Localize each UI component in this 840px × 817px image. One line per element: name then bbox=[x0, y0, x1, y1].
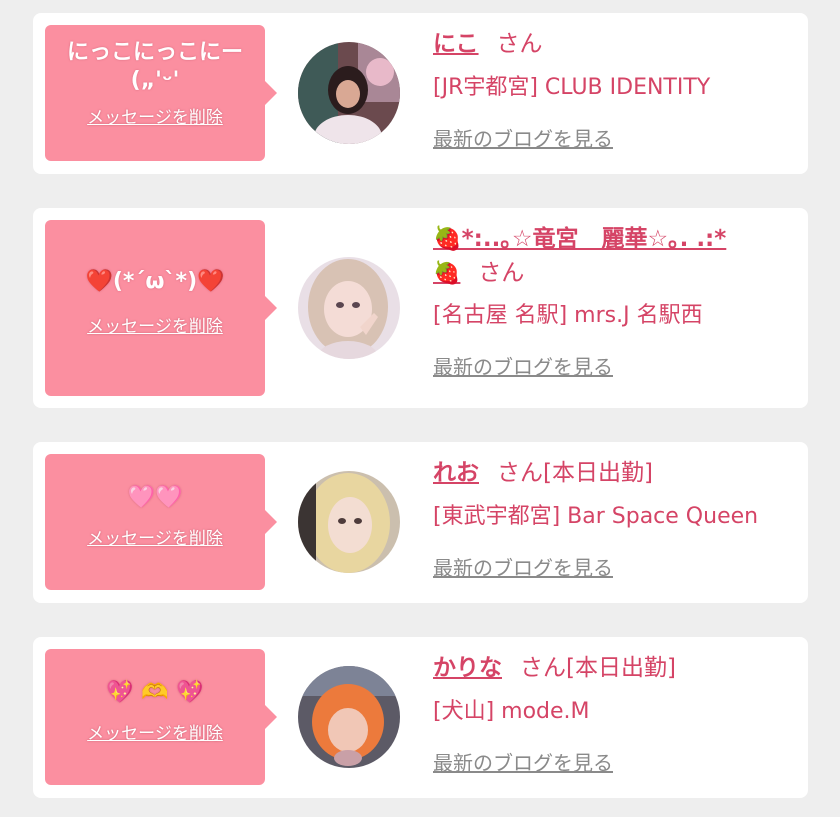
message-text: ❤️(*´ω`*)❤️ bbox=[85, 269, 225, 294]
cast-suffix: さん bbox=[496, 31, 543, 57]
message-text: にっこにっこにー („'ᵕ' bbox=[66, 40, 243, 93]
latest-blog-link[interactable]: 最新のブログを見る bbox=[433, 355, 613, 379]
cast-info: かりな さん[本日出勤] [犬山] mode.M 最新のブログを見る bbox=[433, 653, 798, 777]
cast-suffix: さん[本日出勤] bbox=[520, 655, 676, 681]
favorite-list: にっこにっこにー („'ᵕ' メッセージを削除 にこ さん [JR宇都宮] CLU… bbox=[0, 0, 840, 817]
cast-info: にこ さん [JR宇都宮] CLUB IDENTITY 最新のブログを見る bbox=[433, 29, 798, 153]
message-bubble: ❤️(*´ω`*)❤️ メッセージを削除 bbox=[45, 220, 277, 396]
delete-message-link[interactable]: メッセージを削除 bbox=[87, 524, 223, 549]
latest-blog-link[interactable]: 最新のブログを見る bbox=[433, 751, 613, 775]
strawberry-icon[interactable]: 🍓 bbox=[433, 261, 460, 286]
favorite-card: ❤️(*´ω`*)❤️ メッセージを削除 🍓*:..｡☆竜宮 麗華☆｡. .:*… bbox=[33, 208, 808, 408]
cast-name-link[interactable]: かりな bbox=[433, 655, 502, 681]
latest-blog-link[interactable]: 最新のブログを見る bbox=[433, 127, 613, 151]
shop-label: [犬山] mode.M bbox=[433, 699, 590, 724]
avatar-photo bbox=[298, 666, 400, 768]
latest-blog-link[interactable]: 最新のブログを見る bbox=[433, 556, 613, 580]
cast-suffix: さん[本日出勤] bbox=[497, 460, 653, 486]
avatar[interactable] bbox=[298, 471, 400, 573]
avatar-photo bbox=[298, 471, 400, 573]
avatar[interactable] bbox=[298, 42, 400, 144]
delete-message-link[interactable]: メッセージを削除 bbox=[87, 719, 223, 744]
cast-info: 🍓*:..｡☆竜宮 麗華☆｡. .:* 🍓 さん [名古屋 名駅] mrs.J 名… bbox=[433, 224, 798, 381]
cast-name-line: 🍓*:..｡☆竜宮 麗華☆｡. .:* bbox=[433, 224, 798, 254]
cast-name-link[interactable]: 🍓*:..｡☆竜宮 麗華☆｡. .:* bbox=[433, 226, 726, 252]
avatar[interactable] bbox=[298, 666, 400, 768]
cast-name-line: にこ さん bbox=[433, 29, 798, 59]
shop-label: [JR宇都宮] CLUB IDENTITY bbox=[433, 75, 711, 100]
cast-name-link[interactable]: にこ bbox=[433, 31, 479, 57]
cast-name-line-2: 🍓 さん bbox=[433, 258, 798, 289]
delete-message-link[interactable]: メッセージを削除 bbox=[87, 103, 223, 128]
favorite-card: にっこにっこにー („'ᵕ' メッセージを削除 にこ さん [JR宇都宮] CLU… bbox=[33, 13, 808, 174]
avatar-photo bbox=[298, 257, 400, 359]
favorite-card: 💖 🫶 💖 メッセージを削除 かりな さん[本日出勤] [犬山] mode.M 最… bbox=[33, 637, 808, 798]
message-bubble: 💖 🫶 💖 メッセージを削除 bbox=[45, 649, 277, 785]
message-bubble: 🩷🩷 メッセージを削除 bbox=[45, 454, 277, 590]
cast-name-line: かりな さん[本日出勤] bbox=[433, 653, 798, 683]
delete-message-link[interactable]: メッセージを削除 bbox=[87, 312, 223, 337]
message-bubble: にっこにっこにー („'ᵕ' メッセージを削除 bbox=[45, 25, 277, 161]
message-text: 💖 🫶 💖 bbox=[106, 680, 204, 705]
shop-label: [東武宇都宮] Bar Space Queen bbox=[433, 504, 759, 529]
cast-name-link[interactable]: れお bbox=[433, 460, 479, 486]
avatar-photo bbox=[298, 42, 400, 144]
favorite-card: 🩷🩷 メッセージを削除 れお さん[本日出勤] [東武宇都宮] Bar Space… bbox=[33, 442, 808, 603]
cast-suffix: さん bbox=[478, 260, 525, 286]
cast-info: れお さん[本日出勤] [東武宇都宮] Bar Space Queen 最新のブロ… bbox=[433, 458, 798, 582]
message-text: 🩷🩷 bbox=[127, 485, 183, 510]
cast-name-line: れお さん[本日出勤] bbox=[433, 458, 798, 488]
avatar[interactable] bbox=[298, 257, 400, 359]
shop-label: [名古屋 名駅] mrs.J 名駅西 bbox=[433, 303, 703, 328]
